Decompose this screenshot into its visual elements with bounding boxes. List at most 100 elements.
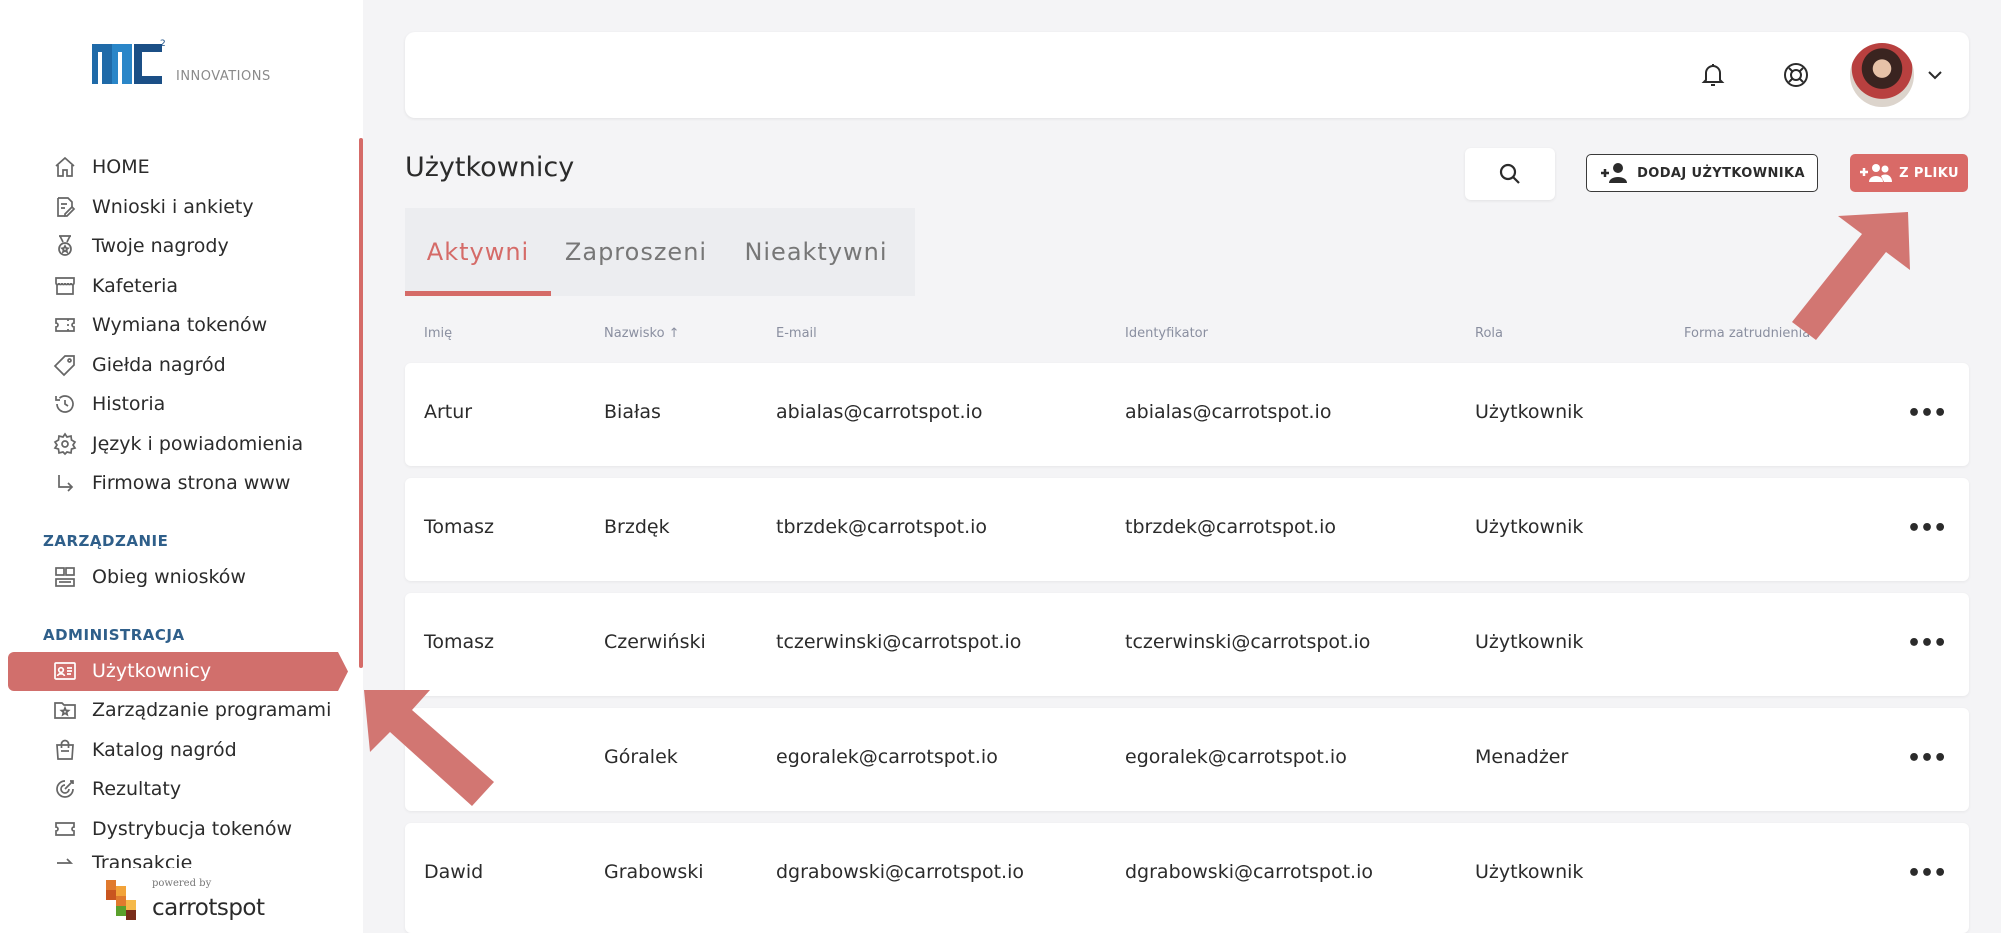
tab-active-users[interactable]: Aktywni <box>405 208 551 296</box>
cell-email: dgrabowski@carrotspot.io <box>776 861 1024 883</box>
avatar[interactable] <box>1850 43 1914 107</box>
sidebar-item-label: Transakcje <box>92 852 193 868</box>
sidebar-item-label: Wnioski i ankiety <box>92 196 254 218</box>
cell-first-name: Tomasz <box>424 631 495 653</box>
sidebar-item-label: Twoje nagrody <box>92 235 229 257</box>
home-icon <box>52 154 78 180</box>
store-icon <box>52 273 78 299</box>
cell-role: Użytkownik <box>1475 516 1584 538</box>
sidebar-item-token-exchange[interactable]: Wymiana tokenów <box>52 309 267 341</box>
lifebuoy-icon[interactable] <box>1781 60 1811 90</box>
sidebar-item-requests[interactable]: Wnioski i ankiety <box>52 191 254 223</box>
id-card-icon <box>52 658 78 684</box>
column-header-identifier[interactable]: Identyfikator <box>1125 326 1208 341</box>
row-actions-menu[interactable]: ••• <box>1907 516 1947 541</box>
cell-email: tbrzdek@carrotspot.io <box>776 516 988 538</box>
tab-invited-users[interactable]: Zaproszeni <box>551 208 721 296</box>
cell-first-name: Artur <box>424 401 473 423</box>
table-row[interactable]: Tomasz Czerwiński tczerwinski@carrotspot… <box>405 593 1969 696</box>
cell-last-name: Białas <box>604 401 661 423</box>
search-icon <box>1499 163 1520 184</box>
sidebar-item-users[interactable]: Użytkownicy <box>52 655 211 687</box>
bell-icon[interactable] <box>1698 60 1728 90</box>
cell-identifier: dgrabowski@carrotspot.io <box>1125 861 1373 883</box>
add-person-icon <box>1601 163 1628 183</box>
company-logo[interactable]: 2 INNOVATIONS <box>90 36 271 88</box>
import-from-file-button[interactable]: Z PLIKU <box>1850 154 1968 192</box>
sidebar-item-transactions[interactable]: Transakcje <box>52 852 192 868</box>
table-row[interactable]: Dawid Grabowski dgrabowski@carrotspot.io… <box>405 823 1969 933</box>
sidebar-item-label: Rezultaty <box>92 778 182 800</box>
sidebar-item-label: Wymiana tokenów <box>92 314 268 336</box>
tab-inactive-users[interactable]: Nieaktywni <box>721 208 911 296</box>
table-row[interactable]: Góralek egoralek@carrotspot.io egoralek@… <box>405 708 1969 811</box>
column-header-employment-type[interactable]: Forma zatrudnienia <box>1684 326 1810 341</box>
logo-text: INNOVATIONS <box>176 69 271 84</box>
sidebar-item-label: HOME <box>92 156 150 178</box>
workflow-icon <box>52 564 78 590</box>
table-row[interactable]: Tomasz Brzdęk tbrzdek@carrotspot.io tbrz… <box>405 478 1969 581</box>
powered-by-text: powered by <box>152 878 212 889</box>
sidebar-item-cafeteria[interactable]: Kafeteria <box>52 270 178 302</box>
active-tab-indicator <box>405 291 551 296</box>
sidebar-item-label: Zarządzanie programami <box>92 699 332 721</box>
add-group-icon <box>1860 164 1893 182</box>
search-button[interactable] <box>1465 148 1555 200</box>
sidebar-item-token-distribution[interactable]: Dystrybucja tokenów <box>52 813 292 845</box>
sidebar-item-language[interactable]: Język i powiadomienia <box>52 428 303 460</box>
column-header-first-name[interactable]: Imię <box>424 326 452 341</box>
sidebar-item-rewards[interactable]: Twoje nagrody <box>52 230 229 262</box>
sidebar-item-results[interactable]: Rezultaty <box>52 773 181 805</box>
add-user-button[interactable]: DODAJ UŻYTKOWNIKA <box>1586 154 1818 192</box>
column-header-email[interactable]: E-mail <box>776 326 817 341</box>
sidebar-item-program-management[interactable]: Zarządzanie programami <box>52 694 331 726</box>
page-title: Użytkownicy <box>405 152 575 183</box>
document-edit-icon <box>52 194 78 220</box>
ticket-icon <box>52 312 78 338</box>
annotation-arrow-import <box>1792 212 1910 340</box>
cell-email: abialas@carrotspot.io <box>776 401 983 423</box>
sidebar-item-home[interactable]: HOME <box>52 151 150 183</box>
cell-identifier: tbrzdek@carrotspot.io <box>1125 516 1337 538</box>
sidebar: 2 INNOVATIONS HOME Wnioski i ankiety Two… <box>0 0 363 933</box>
cell-last-name: Brzdęk <box>604 516 670 538</box>
add-user-label: DODAJ UŻYTKOWNIKA <box>1637 165 1805 181</box>
cell-last-name: Góralek <box>604 746 678 768</box>
cell-identifier: egoralek@carrotspot.io <box>1125 746 1347 768</box>
sidebar-item-history[interactable]: Historia <box>52 388 165 420</box>
history-icon <box>52 391 78 417</box>
sidebar-item-label: Katalog nagród <box>92 739 237 761</box>
medal-icon <box>52 233 78 259</box>
sidebar-item-label: Dystrybucja tokenów <box>92 818 293 840</box>
row-actions-menu[interactable]: ••• <box>1907 401 1947 426</box>
cell-last-name: Grabowski <box>604 861 704 883</box>
mc2-logo-icon: 2 <box>92 39 166 84</box>
column-header-last-name[interactable]: Nazwisko ↑ <box>604 326 680 341</box>
sidebar-item-rewards-market[interactable]: Giełda nagród <box>52 349 226 381</box>
sidebar-item-company-website[interactable]: Firmowa strona www <box>52 467 290 499</box>
powered-by-carrotspot: powered by carrotspot <box>106 878 265 922</box>
row-actions-menu[interactable]: ••• <box>1907 631 1947 656</box>
cell-identifier: abialas@carrotspot.io <box>1125 401 1332 423</box>
top-bar <box>405 32 1969 118</box>
sidebar-scrollbar[interactable] <box>359 138 363 668</box>
cell-email: egoralek@carrotspot.io <box>776 746 998 768</box>
column-header-role[interactable]: Rola <box>1475 326 1503 341</box>
sidebar-item-label: Firmowa strona www <box>92 472 291 494</box>
sidebar-item-label: Giełda nagród <box>92 354 226 376</box>
section-heading-administration: ADMINISTRACJA <box>43 626 185 644</box>
sidebar-item-rewards-catalog[interactable]: Katalog nagród <box>52 734 237 766</box>
row-actions-menu[interactable]: ••• <box>1907 861 1947 886</box>
table-row[interactable]: Artur Białas abialas@carrotspot.io abial… <box>405 363 1969 466</box>
transfer-icon <box>52 852 78 868</box>
sidebar-item-request-flow[interactable]: Obieg wniosków <box>52 561 246 593</box>
sidebar-item-label: Obieg wniosków <box>92 566 246 588</box>
row-actions-menu[interactable]: ••• <box>1907 746 1947 771</box>
status-tabs: Aktywni Zaproszeni Nieaktywni <box>405 208 915 296</box>
target-icon <box>52 776 78 802</box>
sidebar-item-label: Język i powiadomienia <box>92 433 304 455</box>
cell-email: tczerwinski@carrotspot.io <box>776 631 1022 653</box>
carrotspot-logo-icon <box>106 880 136 920</box>
chevron-down-icon[interactable] <box>1925 65 1945 85</box>
cell-role: Użytkownik <box>1475 631 1584 653</box>
